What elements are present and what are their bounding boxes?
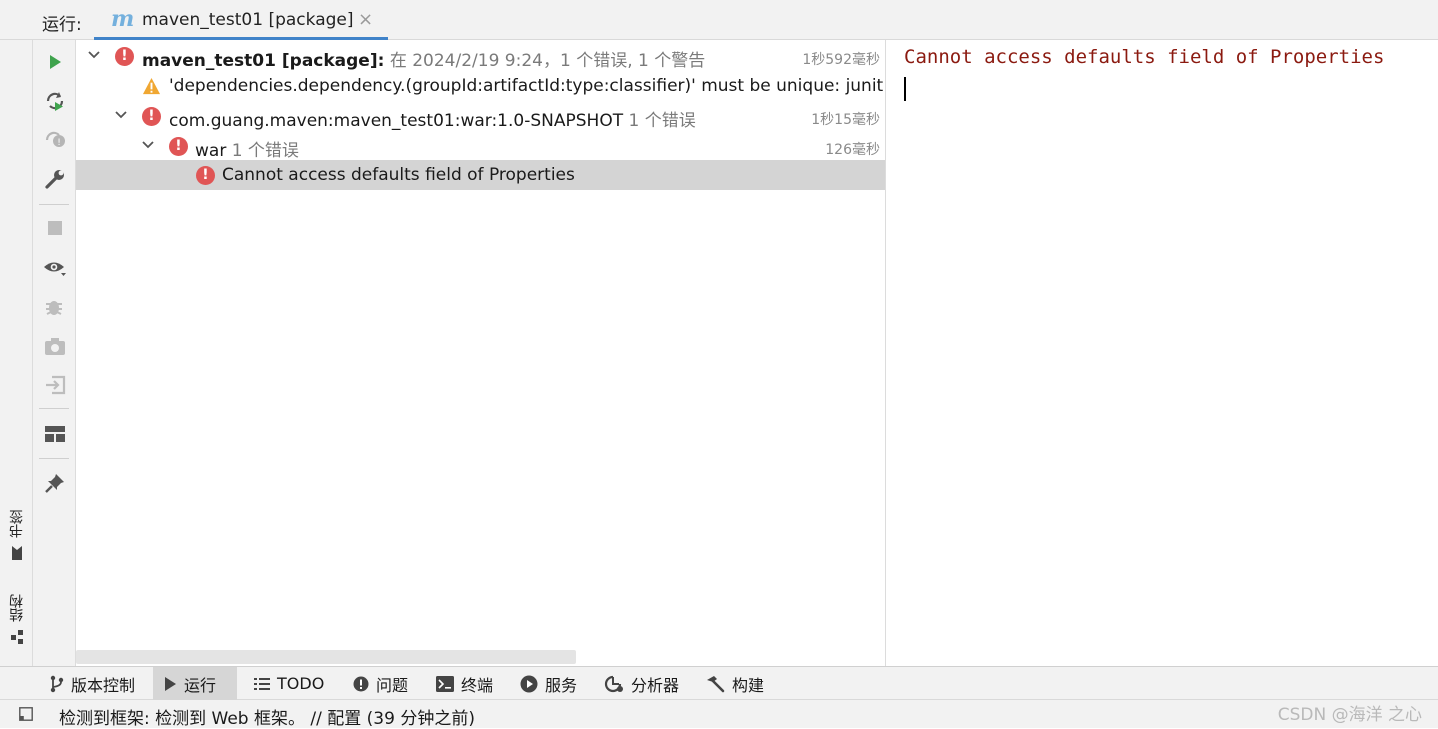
error-icon: ! xyxy=(196,166,215,185)
tool-window-todo[interactable]: TODO xyxy=(244,667,334,700)
branch-icon xyxy=(50,675,64,692)
import-icon[interactable] xyxy=(41,371,69,399)
terminal-icon xyxy=(436,675,454,692)
toggle-tool-windows-icon[interactable] xyxy=(19,707,33,721)
run-icon xyxy=(165,676,176,691)
toolbar-separator xyxy=(39,458,69,459)
tree-row-root[interactable]: ! maven_test01 [package]: 在 2024/2/19 9:… xyxy=(76,41,885,71)
tool-window-profiler[interactable]: 分析器 xyxy=(594,667,689,700)
text-caret xyxy=(904,77,906,101)
structure-label: 结构 xyxy=(9,594,25,622)
services-icon xyxy=(520,675,538,692)
svg-text:!: ! xyxy=(57,138,61,148)
bookmark-icon xyxy=(12,546,22,560)
tree-row-name: 'dependencies.dependency.(groupId:artifa… xyxy=(169,76,885,96)
tool-window-label: 服务 xyxy=(545,675,578,695)
left-tool-strip: 书签 结构 xyxy=(0,40,33,666)
rerun-icon[interactable] xyxy=(41,87,69,115)
tool-window-version-control[interactable]: 版本控制 xyxy=(40,667,145,700)
rerun-failed-icon[interactable]: ! xyxy=(41,126,69,154)
camera-icon[interactable] xyxy=(41,332,69,360)
tool-window-build[interactable]: 构建 xyxy=(695,667,774,700)
console-error-text: Cannot access defaults field of Properti… xyxy=(904,46,1385,68)
run-tab-title: maven_test01 [package] xyxy=(142,10,354,30)
tool-window-label: 运行 xyxy=(184,675,217,695)
profiler-icon xyxy=(604,675,623,692)
run-label: 运行: xyxy=(42,15,82,35)
warning-icon xyxy=(142,77,161,95)
tool-window-services[interactable]: 服务 xyxy=(510,667,587,700)
wrench-icon[interactable] xyxy=(41,165,69,193)
tool-window-label: 问题 xyxy=(376,675,409,695)
horizontal-scrollbar[interactable] xyxy=(76,650,576,664)
tool-window-run[interactable]: 运行 xyxy=(153,667,237,700)
run-tab[interactable]: m maven_test01 [package] × xyxy=(94,0,388,40)
tree-row-duration: 126毫秒 xyxy=(825,142,880,158)
bookmarks-label: 书签 xyxy=(9,510,25,538)
error-icon: ! xyxy=(142,107,161,126)
stop-icon[interactable] xyxy=(41,214,69,242)
error-icon: ! xyxy=(169,137,188,156)
tree-row-name: maven_test01 [package]: xyxy=(142,51,385,71)
tree-row-duration: 1秒15毫秒 xyxy=(811,112,880,128)
run-tool-window-header: 运行: m maven_test01 [package] × xyxy=(0,0,1438,40)
status-message[interactable]: 检测到框架: 检测到 Web 框架。 // 配置 (39 分钟之前) xyxy=(59,704,475,729)
tool-window-label: 分析器 xyxy=(631,675,680,695)
debug-icon[interactable] xyxy=(41,293,69,321)
eye-icon[interactable] xyxy=(41,254,69,282)
watermark-text: CSDN @海洋 之心 xyxy=(1277,705,1422,725)
tool-window-label: 终端 xyxy=(461,675,494,695)
tree-row-meta: 1 个错误 xyxy=(226,141,299,161)
tree-row-error-selected[interactable]: ! Cannot access defaults field of Proper… xyxy=(76,160,885,190)
bookmarks-tab[interactable]: 书签 xyxy=(6,510,28,560)
tree-row-name: war xyxy=(195,141,227,161)
tool-window-problems[interactable]: 问题 xyxy=(343,667,418,700)
tree-row-name: com.guang.maven:maven_test01:war:1.0-SNA… xyxy=(169,111,624,131)
run-icon[interactable] xyxy=(41,48,69,76)
toolbar-separator xyxy=(39,204,69,205)
tree-row-war[interactable]: ! war 1 个错误 126毫秒 xyxy=(76,131,885,161)
close-tab-icon[interactable]: × xyxy=(358,9,373,30)
tool-window-label: TODO xyxy=(277,674,325,693)
error-icon: ! xyxy=(115,47,134,66)
tool-windows-bar: 版本控制 运行 TODO 问题 终端 服务 分析器 构建 xyxy=(0,666,1438,700)
tree-row-name: Cannot access defaults field of Properti… xyxy=(222,165,575,185)
console-output-panel[interactable]: Cannot access defaults field of Properti… xyxy=(886,40,1438,666)
build-tree-panel: ! maven_test01 [package]: 在 2024/2/19 9:… xyxy=(76,40,886,666)
problems-icon xyxy=(353,676,369,691)
run-actions-toolbar: ! xyxy=(33,40,76,666)
tool-window-terminal[interactable]: 终端 xyxy=(426,667,503,700)
structure-tab[interactable]: 结构 xyxy=(6,594,28,644)
tool-window-label: 构建 xyxy=(732,675,765,695)
chevron-down-icon[interactable] xyxy=(86,47,102,63)
tool-window-label: 版本控制 xyxy=(71,675,136,695)
status-bar: 检测到框架: 检测到 Web 框架。 // 配置 (39 分钟之前) CSDN … xyxy=(0,700,1438,729)
tree-row-meta: 1 个错误 xyxy=(623,111,696,131)
maven-icon: m xyxy=(111,6,135,32)
toolbar-separator xyxy=(39,408,69,409)
chevron-down-icon[interactable] xyxy=(140,137,156,153)
tree-row-duration: 1秒592毫秒 xyxy=(802,52,880,68)
tree-row-meta: 在 2024/2/19 9:24，1 个错误, 1 个警告 xyxy=(384,51,706,71)
structure-icon xyxy=(11,630,23,644)
hammer-icon xyxy=(707,675,725,692)
list-icon xyxy=(254,677,270,690)
chevron-down-icon[interactable] xyxy=(113,107,129,123)
pin-icon[interactable] xyxy=(41,469,69,497)
layout-icon[interactable] xyxy=(41,420,69,448)
tree-row-module[interactable]: ! com.guang.maven:maven_test01:war:1.0-S… xyxy=(76,101,885,131)
tree-row-warning[interactable]: 'dependencies.dependency.(groupId:artifa… xyxy=(76,71,885,101)
